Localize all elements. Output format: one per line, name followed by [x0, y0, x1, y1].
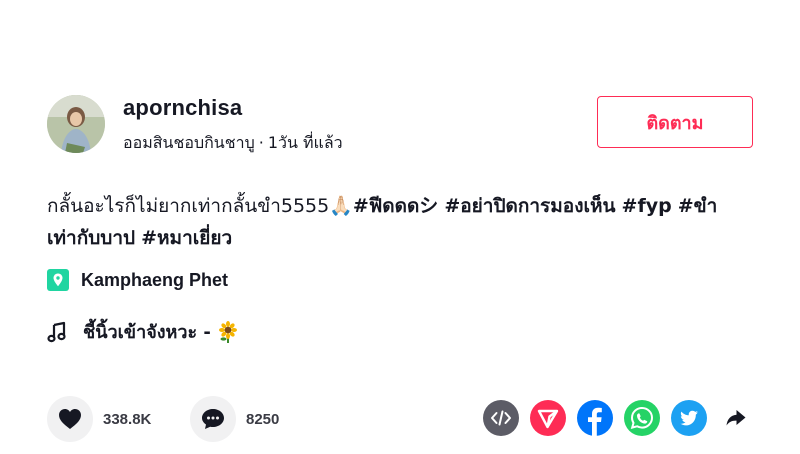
embed-code-icon[interactable]: [483, 400, 519, 436]
comment-icon: [202, 409, 224, 429]
music-label: ชี้นิ้วเข้าจังหวะ -: [83, 322, 211, 343]
comment-count: 8250: [246, 410, 280, 428]
post-time: 1วัน ที่แล้ว: [267, 133, 343, 152]
username[interactable]: apornchisa: [123, 95, 242, 121]
hashtag-link[interactable]: #fyp: [622, 195, 672, 217]
avatar[interactable]: [47, 95, 105, 153]
location-label: Kamphaeng Phet: [81, 269, 229, 290]
comment-button[interactable]: [190, 396, 236, 442]
send-to-friends-icon[interactable]: [530, 400, 566, 436]
like-stat: 338.8K: [47, 396, 151, 442]
like-button[interactable]: [47, 396, 93, 442]
comment-stat: 8250: [190, 396, 279, 442]
caption: กลั้นอะไรก็ไม่ยากเท่ากลั้นขำ5555🙏🏻#ฟีดดด…: [47, 190, 767, 254]
display-name[interactable]: ออมสินชอบกินชาบู: [123, 133, 255, 152]
twitter-icon[interactable]: [671, 400, 707, 436]
sunflower-icon: [218, 320, 237, 343]
share-arrow-icon[interactable]: [718, 400, 754, 436]
heart-icon: [59, 409, 81, 429]
follow-button[interactable]: ติดตาม: [597, 96, 753, 148]
music-note-icon: [47, 321, 66, 342]
music-link[interactable]: ชี้นิ้วเข้าจังหวะ -: [47, 317, 239, 346]
caption-text: กลั้นอะไรก็ไม่ยากเท่ากลั้นขำ5555🙏🏻: [47, 195, 353, 217]
separator: ·: [258, 133, 264, 152]
author-subline: ออมสินชอบกินชาบู · 1วัน ที่แล้ว: [123, 131, 343, 156]
hashtag-link[interactable]: #ฟีดดดシ: [353, 195, 438, 217]
location-link[interactable]: Kamphaeng Phet: [47, 269, 228, 291]
avatar-image: [47, 95, 105, 153]
facebook-icon[interactable]: [577, 400, 613, 436]
location-pin-icon: [47, 269, 69, 291]
whatsapp-icon[interactable]: [624, 400, 660, 436]
hashtag-link[interactable]: #หมาเยี่ยว: [141, 227, 232, 249]
like-count: 338.8K: [103, 410, 152, 428]
hashtag-link[interactable]: #อย่าปิดการมองเห็น: [444, 195, 615, 217]
